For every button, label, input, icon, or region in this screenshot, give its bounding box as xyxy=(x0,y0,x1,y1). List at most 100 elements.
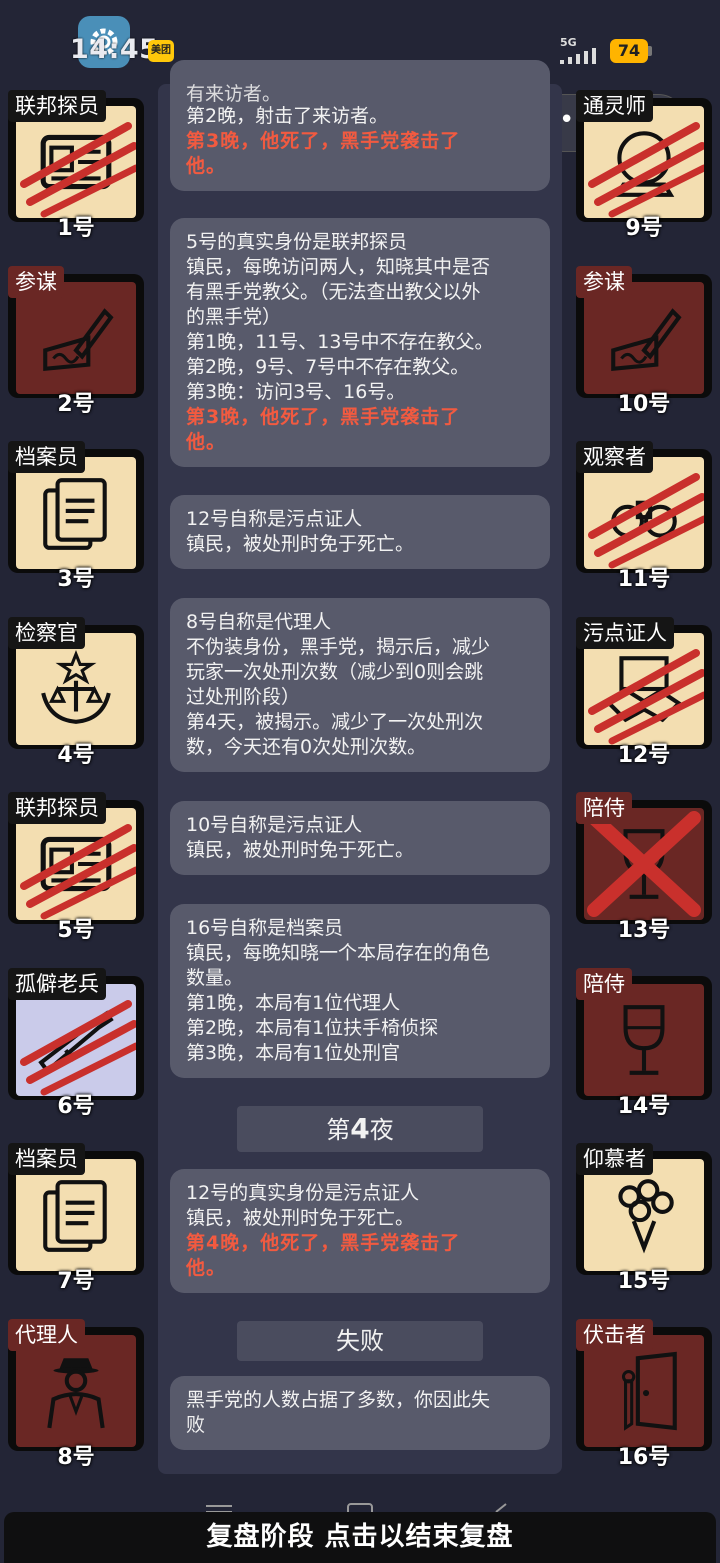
log-line: 败 xyxy=(186,1414,206,1436)
battery-tip xyxy=(648,46,652,56)
clock: 14:45 xyxy=(70,34,159,65)
result-phase-header: 失败 xyxy=(237,1321,483,1361)
battery-icon: 74 xyxy=(610,39,648,63)
player-card-1[interactable]: 联邦探员 1号 xyxy=(8,90,144,241)
log-line: 黑手党的人数占据了多数，你因此失 xyxy=(186,1389,491,1411)
card-portrait xyxy=(16,984,136,1096)
player-number: 9号 xyxy=(625,216,663,241)
player-number: 15号 xyxy=(617,1269,671,1294)
log-line: 5号的真实身份是联邦探员 xyxy=(186,231,408,253)
player-card-2[interactable]: 参谋 2号 xyxy=(8,266,144,417)
log-message: 5号的真实身份是联邦探员 镇民，每晚访问两人，知晓其中是否 有黑手党教父。（无法… xyxy=(170,218,550,467)
card-portrait xyxy=(584,1335,704,1447)
night-suffix: 夜 xyxy=(369,1116,394,1144)
claw-scratch-icon xyxy=(588,473,704,569)
log-line: 镇民，被处刑时免于死亡。 xyxy=(186,839,415,861)
eliminated-x-icon xyxy=(587,811,701,917)
player-number: 14号 xyxy=(617,1094,671,1119)
log-line: 10号自称是污点证人 xyxy=(186,814,363,836)
player-card-15[interactable]: 仰慕者 15号 xyxy=(576,1143,712,1294)
end-review-button[interactable]: 复盘阶段 点击以结束复盘 xyxy=(4,1512,716,1563)
log-line: 数量。 xyxy=(186,967,244,989)
player-card-10[interactable]: 参谋 10号 xyxy=(576,266,712,417)
player-card-11[interactable]: 观察者 11号 xyxy=(576,441,712,592)
claw-scratch-icon xyxy=(588,122,704,218)
meituan-badge: 美团 xyxy=(148,40,174,62)
role-label: 档案员 xyxy=(8,1143,85,1175)
player-card-7[interactable]: 档案员 7号 xyxy=(8,1143,144,1294)
card-portrait xyxy=(584,633,704,745)
player-card-14[interactable]: 陪侍 14号 xyxy=(576,968,712,1119)
log-line: 第1晚，11号、13号中不存在教父。 xyxy=(186,331,494,353)
player-card-12[interactable]: 污点证人 12号 xyxy=(576,617,712,768)
log-line: 第4天，被揭示。减少了一次处刑次 xyxy=(186,711,484,733)
death-line: 第3晚，他死了，黑手党袭击了 xyxy=(186,130,461,152)
claw-scratch-icon xyxy=(20,824,136,920)
log-line: 有黑手党教父。（无法查出教父以外 xyxy=(186,281,481,303)
log-line: 镇民，被处刑时免于死亡。 xyxy=(186,533,415,555)
death-line: 他。 xyxy=(186,155,227,177)
card-portrait xyxy=(584,106,704,218)
justice-emblem-icon xyxy=(41,650,111,724)
card-portrait xyxy=(16,1335,136,1447)
log-message: 有来访者。 第2晚，射击了来访者。 第3晚，他死了，黑手党袭击了 他。 xyxy=(170,60,550,191)
role-label: 档案员 xyxy=(8,441,85,473)
player-number: 11号 xyxy=(617,567,671,592)
death-line: 他。 xyxy=(186,431,227,453)
log-line: 玩家一次处刑次数（减少到0则会跳 xyxy=(186,661,484,683)
player-card-9[interactable]: 通灵师 9号 xyxy=(576,90,712,241)
role-label: 检察官 xyxy=(8,617,85,649)
log-line: 过处刑阶段） xyxy=(186,686,301,708)
back-nav-icon[interactable] xyxy=(495,1503,507,1513)
log-line: 8号自称是代理人 xyxy=(186,611,332,633)
night-number: 4 xyxy=(350,1112,370,1145)
log-message: 12号自称是污点证人 镇民，被处刑时免于死亡。 xyxy=(170,495,550,569)
role-label: 联邦探员 xyxy=(8,792,106,824)
log-message: 16号自称是档案员 镇民，每晚知晓一个本局存在的角色 数量。 第1晚，本局有1位… xyxy=(170,904,550,1078)
pen-writing-icon xyxy=(611,308,682,372)
player-card-5[interactable]: 联邦探员 5号 xyxy=(8,792,144,943)
claw-scratch-icon xyxy=(20,122,136,218)
player-number: 1号 xyxy=(57,216,95,241)
player-number: 2号 xyxy=(57,392,95,417)
player-number: 8号 xyxy=(57,1445,95,1470)
card-portrait xyxy=(16,106,136,218)
signal-icon xyxy=(560,48,596,64)
role-label: 陪侍 xyxy=(576,968,632,1000)
card-portrait xyxy=(16,1159,136,1271)
door-knife-icon xyxy=(621,1351,677,1431)
card-portrait xyxy=(16,457,136,569)
role-label: 参谋 xyxy=(8,266,64,298)
wine-glass-icon xyxy=(623,1005,665,1075)
log-line: 16号自称是档案员 xyxy=(186,917,344,939)
player-card-13[interactable]: 陪侍 13号 xyxy=(576,792,712,943)
night-phase-header: 第4夜 xyxy=(237,1106,483,1152)
player-card-4[interactable]: 检察官 4号 xyxy=(8,617,144,768)
player-number: 4号 xyxy=(57,743,95,768)
player-number: 3号 xyxy=(57,567,95,592)
claw-scratch-icon xyxy=(20,1000,136,1096)
player-number: 7号 xyxy=(57,1269,95,1294)
role-label: 仰慕者 xyxy=(576,1143,653,1175)
role-label: 联邦探员 xyxy=(8,90,106,122)
player-number: 5号 xyxy=(57,918,95,943)
log-line: 不伪装身份，黑手党，揭示后，减少 xyxy=(186,636,491,658)
log-line: 镇民，被处刑时免于死亡。 xyxy=(186,1207,415,1229)
player-number: 12号 xyxy=(617,743,671,768)
role-label: 孤僻老兵 xyxy=(8,968,106,1000)
player-card-3[interactable]: 档案员 3号 xyxy=(8,441,144,592)
player-card-6[interactable]: 孤僻老兵 6号 xyxy=(8,968,144,1119)
documents-icon xyxy=(43,478,107,550)
role-label: 观察者 xyxy=(576,441,653,473)
night-prefix: 第 xyxy=(326,1116,351,1144)
player-card-8[interactable]: 代理人 8号 xyxy=(8,1319,144,1470)
player-number: 16号 xyxy=(617,1445,671,1470)
log-line: 镇民，每晚知晓一个本局存在的角色 xyxy=(186,942,491,964)
log-line: 第2晚，9号、7号中不存在教父。 xyxy=(186,356,470,378)
card-portrait xyxy=(584,984,704,1096)
log-line: 12号自称是污点证人 xyxy=(186,508,363,530)
role-label: 代理人 xyxy=(8,1319,85,1351)
log-line: 的黑手党） xyxy=(186,306,282,328)
player-number: 13号 xyxy=(617,918,671,943)
player-card-16[interactable]: 伏击者 16号 xyxy=(576,1319,712,1470)
